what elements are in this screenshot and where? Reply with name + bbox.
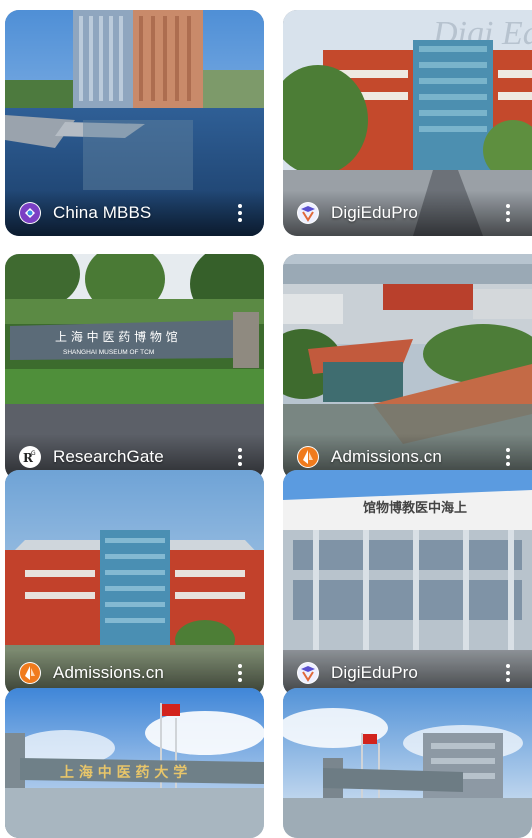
image-result-card[interactable] (283, 688, 532, 838)
source-label[interactable]: Admissions.cn (331, 447, 498, 467)
admissions-cn-logo-icon (19, 662, 41, 684)
image-result-card[interactable]: Admissions.cn (5, 470, 264, 696)
more-options-icon[interactable] (230, 659, 250, 687)
svg-text:上 海 中 医 药 博 物 馆: 上 海 中 医 药 博 物 馆 (55, 329, 178, 344)
image-result-card[interactable]: 馆物博教医中海上 DigiEduPro (283, 470, 532, 696)
more-options-icon[interactable] (498, 443, 518, 471)
svg-text:G: G (31, 450, 36, 457)
digiedupro-logo-icon (297, 662, 319, 684)
image-result-card[interactable]: China MBBS (5, 10, 264, 236)
image-result-card[interactable]: 上 海 中 医 药 大 学 (5, 688, 264, 838)
image-result-card[interactable]: Digi Ed DigiEduPro (283, 10, 532, 236)
admissions-cn-logo-icon (297, 446, 319, 468)
image-result-card[interactable]: 上 海 中 医 药 博 物 馆 SHANGHAI MUSEUM OF TCM R… (5, 254, 264, 480)
svg-text:上 海 中 医 药 大 学: 上 海 中 医 药 大 学 (60, 764, 187, 781)
researchgate-logo-icon: RG (19, 446, 41, 468)
image-thumbnail[interactable] (283, 688, 532, 838)
svg-text:SHANGHAI MUSEUM OF TCM: SHANGHAI MUSEUM OF TCM (63, 349, 154, 356)
image-result-card[interactable]: Admissions.cn (283, 254, 532, 480)
more-options-icon[interactable] (498, 199, 518, 227)
source-label[interactable]: China MBBS (53, 203, 230, 223)
more-options-icon[interactable] (230, 443, 250, 471)
image-thumbnail[interactable]: 上 海 中 医 药 大 学 (5, 688, 264, 838)
source-label[interactable]: DigiEduPro (331, 203, 498, 223)
china-mbbs-logo-icon (19, 202, 41, 224)
svg-text:馆物博教医中海上: 馆物博教医中海上 (363, 500, 467, 516)
digiedupro-logo-icon (297, 202, 319, 224)
source-label[interactable]: DigiEduPro (331, 663, 498, 683)
more-options-icon[interactable] (498, 659, 518, 687)
more-options-icon[interactable] (230, 199, 250, 227)
source-label[interactable]: ResearchGate (53, 447, 230, 467)
source-label[interactable]: Admissions.cn (53, 663, 230, 683)
